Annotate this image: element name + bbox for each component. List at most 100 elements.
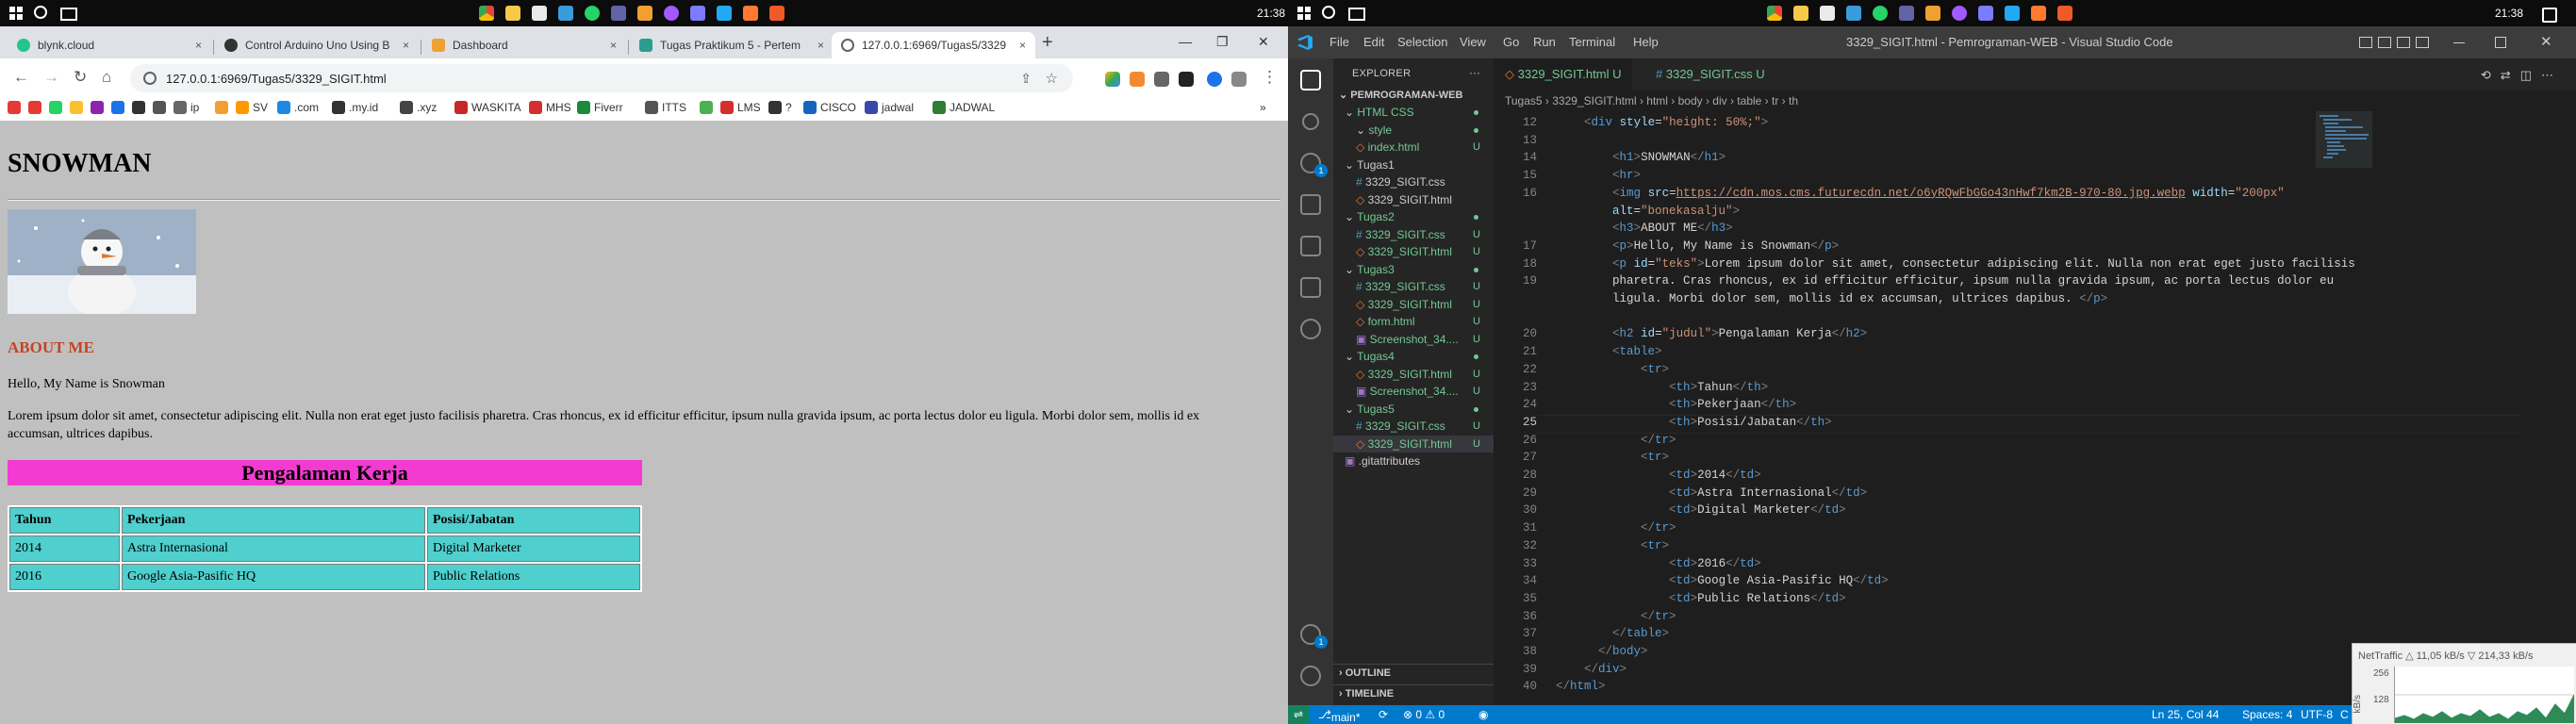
code-line[interactable]: <h2 id="judul">Pengalaman Kerja</h2> bbox=[1556, 327, 1867, 340]
bookmark-item[interactable] bbox=[91, 101, 107, 114]
explorer-tree-item[interactable]: ⌄ Tugas4 bbox=[1333, 348, 1494, 365]
menu-view[interactable]: View bbox=[1460, 35, 1486, 49]
taskbar-clock[interactable]: 21:38 bbox=[1257, 7, 1285, 20]
layout-toggle-icon[interactable] bbox=[2416, 37, 2429, 48]
indentation[interactable]: Spaces: 4 bbox=[2242, 708, 2292, 721]
bookmark-item[interactable]: ip bbox=[173, 101, 199, 114]
explorer-tree-item[interactable]: ⌄ style bbox=[1333, 122, 1494, 139]
puzzle-extension-icon[interactable] bbox=[1154, 72, 1169, 87]
code-line[interactable]: <th>Posisi/Jabatan</th> bbox=[1556, 416, 1832, 429]
explorer-tree-item[interactable]: ⌄ HTML CSS bbox=[1333, 104, 1494, 121]
bookmark-item[interactable]: MHS bbox=[529, 101, 571, 114]
remote-explorer-icon[interactable] bbox=[1300, 277, 1321, 298]
code-line[interactable]: <h3>ABOUT ME</h3> bbox=[1556, 222, 1733, 235]
code-line[interactable]: <hr> bbox=[1556, 169, 1641, 182]
code-line[interactable]: <table> bbox=[1556, 345, 1662, 358]
explorer-tree-item[interactable]: ◇ 3329_SIGIT.html bbox=[1333, 191, 1494, 208]
menu-help[interactable]: Help bbox=[1633, 35, 1659, 49]
bookmark-item[interactable] bbox=[132, 101, 149, 114]
explorer-tree-item[interactable]: ◇ 3329_SIGIT.html U bbox=[1333, 243, 1494, 260]
menu-go[interactable]: Go bbox=[1503, 35, 1519, 49]
search-icon[interactable] bbox=[1302, 113, 1319, 130]
bookmark-star-icon[interactable]: ☆ bbox=[1046, 70, 1058, 87]
whatsapp-taskbar-icon[interactable] bbox=[1873, 6, 1888, 21]
maximize-button[interactable]: ❐ bbox=[1216, 34, 1229, 50]
chrome-taskbar-icon[interactable] bbox=[1767, 6, 1782, 21]
site-info-icon[interactable] bbox=[143, 72, 157, 85]
close-window-button[interactable]: ✕ bbox=[1258, 34, 1269, 50]
drive-extension-icon[interactable] bbox=[1105, 72, 1120, 87]
back-arrow-icon[interactable]: ← bbox=[13, 68, 29, 87]
eol[interactable]: C bbox=[2340, 708, 2349, 721]
code-line[interactable]: <td>2014</td> bbox=[1556, 469, 1761, 482]
explorer-tree-item[interactable]: ⌄ Tugas1 bbox=[1333, 156, 1494, 173]
browser-tab[interactable]: blynk.cloud × bbox=[8, 32, 211, 58]
app-taskbar-icon[interactable] bbox=[1846, 6, 1861, 21]
home-icon[interactable]: ⌂ bbox=[102, 68, 111, 87]
forward-arrow-icon[interactable]: → bbox=[43, 68, 59, 87]
code-line[interactable]: <img src=https://cdn.mos.cms.futurecdn.n… bbox=[1556, 187, 2285, 200]
reload-icon[interactable]: ↻ bbox=[74, 68, 87, 87]
code-line[interactable]: </tr> bbox=[1556, 521, 1676, 535]
bookmark-item[interactable] bbox=[49, 101, 66, 114]
settings-gear-icon[interactable] bbox=[1300, 666, 1321, 686]
layout-toggle-icon[interactable] bbox=[2359, 37, 2372, 48]
bookmark-item[interactable]: .com bbox=[277, 101, 319, 114]
explorer-taskbar-icon[interactable] bbox=[505, 6, 520, 21]
menu-file[interactable]: File bbox=[1329, 35, 1349, 49]
close-tab-icon[interactable]: × bbox=[195, 39, 202, 52]
code-line[interactable]: <tr> bbox=[1556, 539, 1669, 552]
bookmark-item[interactable]: jadwal bbox=[865, 101, 914, 114]
code-editor[interactable]: 12 <div style="height: 50%;"> 13 14 <h1>SN… bbox=[1494, 111, 2576, 705]
more-actions-icon[interactable]: ⋯ bbox=[2541, 68, 2563, 82]
bookmark-item[interactable]: LMS bbox=[720, 101, 761, 114]
whatsapp-taskbar-icon[interactable] bbox=[585, 6, 600, 21]
vscode-taskbar-icon[interactable] bbox=[717, 6, 732, 21]
app-taskbar-icon[interactable] bbox=[690, 6, 705, 21]
explorer-tree-item[interactable]: ◇ 3329_SIGIT.html U bbox=[1333, 296, 1494, 313]
branch-indicator[interactable]: ⎇ main* bbox=[1318, 708, 1361, 724]
testing-icon[interactable] bbox=[1300, 319, 1321, 339]
bookmarks-overflow-button[interactable]: » bbox=[1260, 101, 1266, 114]
extensions-icon[interactable] bbox=[1300, 236, 1321, 256]
explorer-tree-item[interactable]: # 3329_SIGIT.css U bbox=[1333, 418, 1494, 435]
outline-section[interactable]: › OUTLINE bbox=[1333, 664, 1494, 681]
app-taskbar-icon[interactable] bbox=[2057, 6, 2072, 21]
sync-icon[interactable]: ⟳ bbox=[1379, 708, 1388, 721]
root-folder[interactable]: ⌄ PEMROGRAMAN-WEB bbox=[1333, 87, 1494, 104]
bookmark-item[interactable] bbox=[70, 101, 87, 114]
code-line[interactable]: <h1>SNOWMAN</h1> bbox=[1556, 151, 1726, 164]
code-line[interactable]: alt="bonekasalju"> bbox=[1556, 205, 1740, 218]
bookmark-item[interactable]: CISCO bbox=[803, 101, 856, 114]
code-line[interactable]: <td>Public Relations</td> bbox=[1556, 592, 1846, 605]
code-line[interactable]: ligula. Morbi dolor sem, mollis id ex ac… bbox=[1556, 292, 2107, 305]
minimap[interactable] bbox=[2316, 111, 2372, 300]
explorer-icon[interactable] bbox=[1300, 70, 1321, 90]
menu-run[interactable]: Run bbox=[1533, 35, 1556, 49]
close-tab-icon[interactable]: × bbox=[610, 39, 617, 52]
extension-icon[interactable] bbox=[1231, 72, 1247, 87]
code-line[interactable]: </table> bbox=[1556, 627, 1669, 640]
editor-tab-css[interactable]: # 3329_SIGIT.css U bbox=[1644, 58, 1776, 90]
editor-tab-html[interactable]: ◇ 3329_SIGIT.html U bbox=[1494, 58, 1633, 90]
restore-button[interactable] bbox=[2495, 37, 2506, 48]
explorer-tree-item[interactable]: ⌄ Tugas5 bbox=[1333, 401, 1494, 418]
code-line[interactable]: <th>Tahun</th> bbox=[1556, 381, 1768, 394]
bookmark-item[interactable] bbox=[700, 101, 717, 114]
app-taskbar-icon[interactable] bbox=[1952, 6, 1967, 21]
code-line[interactable]: <td>Digital Marketer</td> bbox=[1556, 503, 1846, 517]
explorer-tree-item[interactable]: ▣ Screenshot_34.... U bbox=[1333, 331, 1494, 348]
bookmark-item[interactable] bbox=[111, 101, 128, 114]
notification-icon[interactable] bbox=[2542, 8, 2557, 23]
explorer-tree-item[interactable]: ◇ form.html U bbox=[1333, 313, 1494, 330]
code-line[interactable]: <th>Pekerjaan</th> bbox=[1556, 398, 1796, 411]
new-tab-button[interactable]: + bbox=[1042, 32, 1053, 54]
timeline-section[interactable]: › TIMELINE bbox=[1333, 684, 1494, 701]
bookmark-item[interactable]: WASKITA bbox=[454, 101, 521, 114]
browser-tab[interactable]: Dashboard × bbox=[422, 32, 626, 58]
menu-selection[interactable]: Selection bbox=[1397, 35, 1447, 49]
app-taskbar-icon[interactable] bbox=[611, 6, 626, 21]
browser-tab-active[interactable]: 127.0.0.1:6969/Tugas5/3329 × bbox=[832, 32, 1035, 58]
minimize-button[interactable] bbox=[2453, 42, 2465, 43]
explorer-tree-item[interactable]: # 3329_SIGIT.css U bbox=[1333, 226, 1494, 243]
